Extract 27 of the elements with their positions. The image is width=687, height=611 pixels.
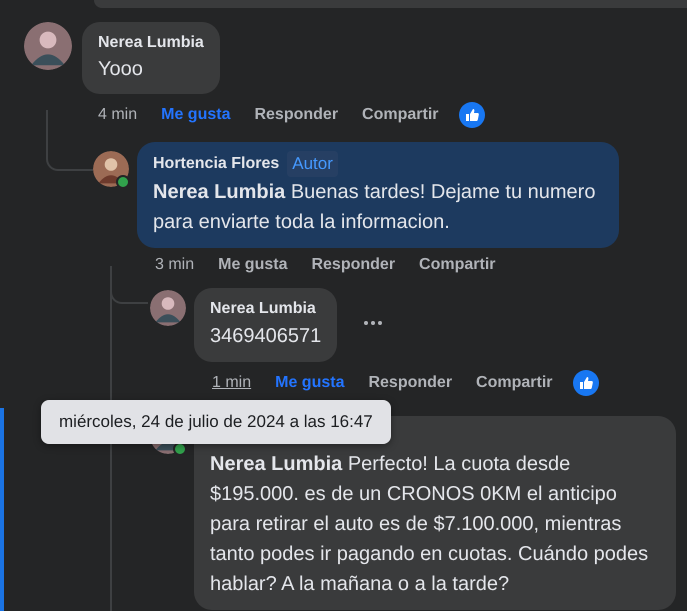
like-link[interactable]: Me gusta: [218, 256, 288, 274]
like-reaction-icon[interactable]: [458, 102, 484, 128]
timestamp-link[interactable]: 3 min: [155, 256, 194, 274]
action-link[interactable]: Responder: [254, 106, 338, 124]
action-link[interactable]: Compartir: [476, 374, 552, 392]
action-link[interactable]: Compartir: [362, 106, 438, 124]
comment-text: Nerea Lumbia Perfecto! La cuota desde $195.000. es de un CRONOS 0KM el anticipo para retirar el auto es de $7.100.000, mientras tanto podes ir pagando en cuotas. Cuándo podes hablar? A la mañana o a la tarde?: [210, 452, 650, 597]
comment-text: 3469406571: [210, 324, 322, 349]
action-link[interactable]: Responder: [311, 256, 396, 274]
timestamp-link[interactable]: 1 min: [212, 374, 252, 392]
like-reaction-icon[interactable]: [572, 370, 598, 396]
like-link[interactable]: Me gusta: [275, 374, 344, 392]
comment-text: Yooo: [98, 57, 144, 82]
date-tooltip: miércoles, 24 de julio de 2024 a las 16:47: [41, 400, 391, 444]
author-name[interactable]: Nerea Lumbia: [210, 297, 316, 321]
avatar-icon[interactable]: [150, 290, 186, 326]
like-link[interactable]: Me gusta: [161, 106, 230, 124]
avatar-icon[interactable]: [24, 22, 72, 70]
more-options-icon[interactable]: [363, 320, 384, 326]
action-link[interactable]: Compartir: [419, 256, 496, 274]
action-link[interactable]: Responder: [368, 374, 452, 392]
comment-text: Nerea Lumbia Buenas tardes! Dejame tu numero para enviarte toda la informacion.: [153, 180, 596, 235]
author-badge: Autor: [287, 151, 338, 177]
author-name[interactable]: Nerea Lumbia: [98, 31, 204, 55]
timestamp-link[interactable]: 4 min: [98, 106, 138, 124]
thread-line: [46, 110, 93, 171]
author-name[interactable]: Hortencia Flores: [153, 152, 280, 176]
